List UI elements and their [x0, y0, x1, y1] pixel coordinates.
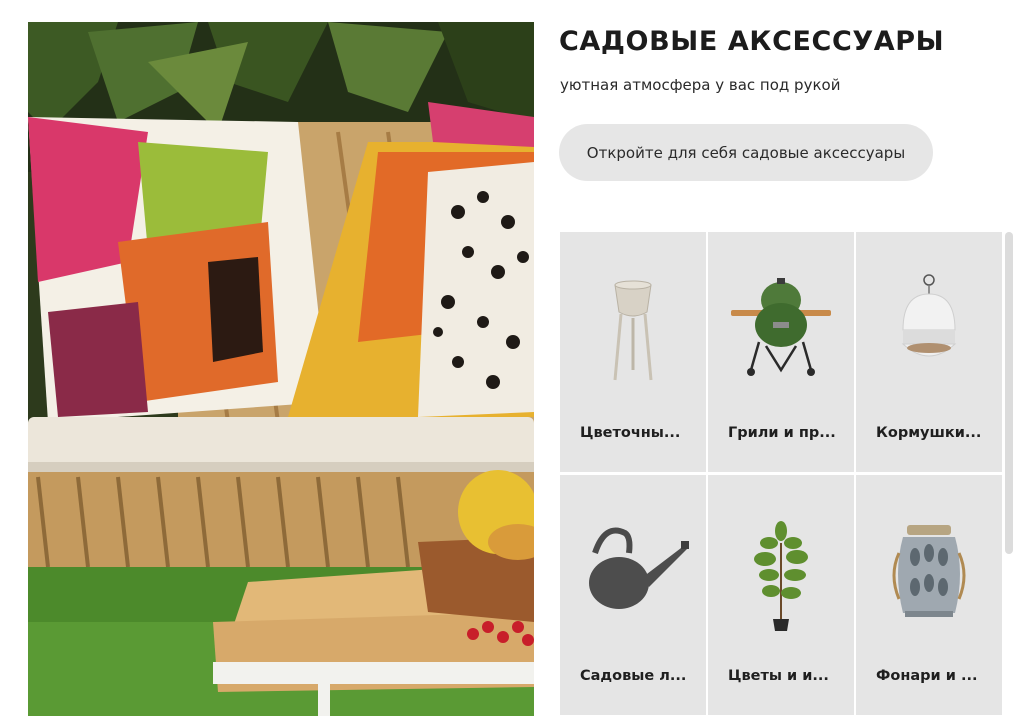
planter-stand-icon: [573, 270, 693, 395]
category-label: Фонари и ...: [876, 668, 978, 684]
category-tile-garden-watering[interactable]: Садовые л...: [560, 475, 706, 715]
category-tile-bird-feeders[interactable]: Кормушки...: [856, 232, 1002, 472]
category-label: Грили и пр...: [728, 425, 836, 441]
grid-scrollbar[interactable]: [1004, 232, 1014, 716]
category-label: Цветочны...: [580, 425, 681, 441]
discover-accessories-button[interactable]: Откройте для себя садовые аксессуары: [559, 124, 933, 181]
category-grid: Цветочны... Грили и пр... Кормушки... Са…: [560, 232, 1002, 716]
scrollbar-thumb[interactable]: [1005, 232, 1013, 554]
category-label: Садовые л...: [580, 668, 687, 684]
potted-plant-icon: [721, 513, 841, 638]
category-tile-lanterns[interactable]: Фонари и ...: [856, 475, 1002, 715]
watering-can-icon: [573, 513, 693, 638]
lantern-icon: [869, 513, 989, 638]
category-label: Кормушки...: [876, 425, 982, 441]
category-tile-grills[interactable]: Грили и пр...: [708, 232, 854, 472]
kamado-grill-icon: [721, 270, 841, 395]
hero-image: [28, 22, 534, 716]
section-subtitle: уютная атмосфера у вас под рукой: [560, 76, 841, 94]
category-label: Цветы и и...: [728, 668, 829, 684]
category-tile-plants[interactable]: Цветы и и...: [708, 475, 854, 715]
section-title: САДОВЫЕ АКСЕССУАРЫ: [559, 26, 945, 57]
garden-sofa-photo: [28, 22, 534, 716]
bird-feeder-icon: [869, 270, 989, 395]
category-tile-planters[interactable]: Цветочны...: [560, 232, 706, 472]
